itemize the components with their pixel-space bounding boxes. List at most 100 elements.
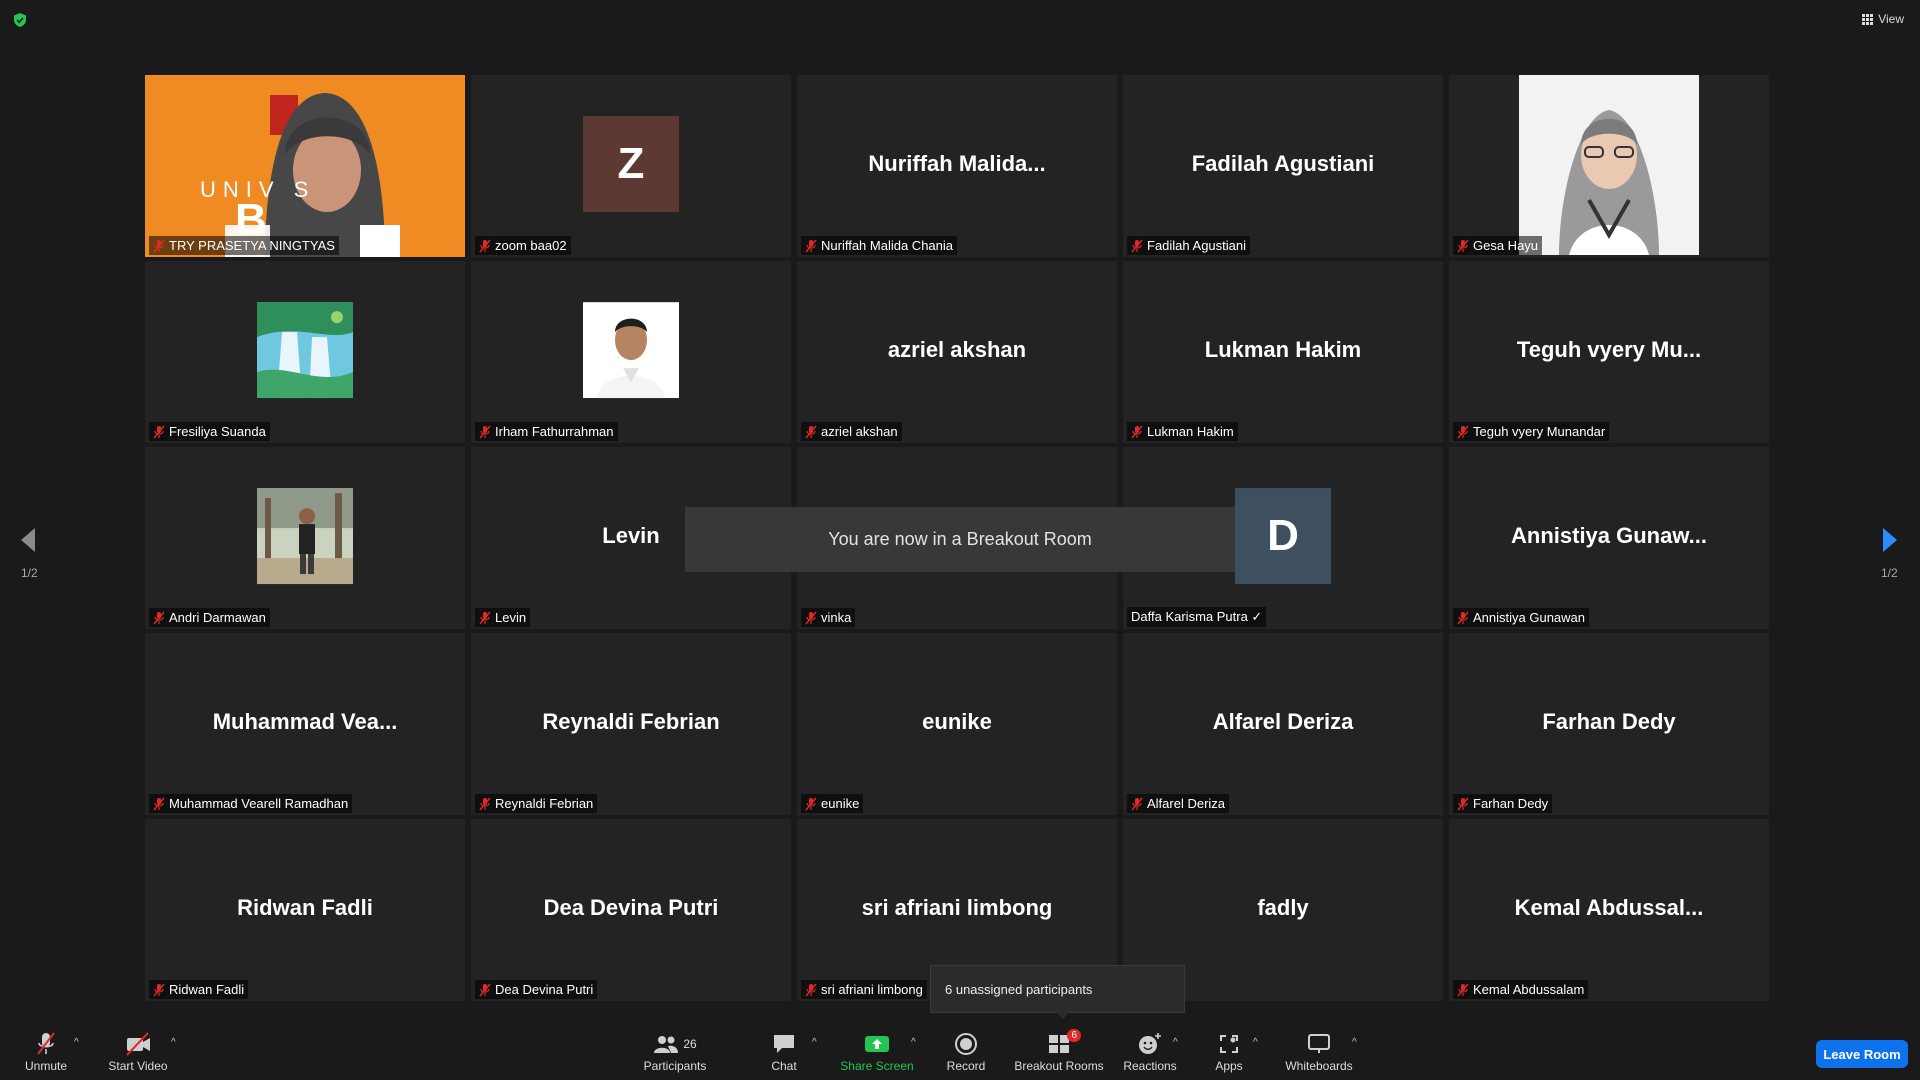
- breakout-rooms-button[interactable]: 6 Breakout Rooms: [1013, 1029, 1105, 1073]
- chat-button[interactable]: Chat: [766, 1031, 802, 1073]
- start-video-button[interactable]: Start Video: [106, 1031, 170, 1073]
- participant-display-name: Annistiya Gunaw...: [1511, 523, 1707, 548]
- muted-mic-icon: [479, 797, 491, 811]
- participant-name: azriel akshan: [821, 424, 898, 439]
- breakout-rooms-icon-wrap: 6: [1047, 1029, 1081, 1057]
- whiteboards-button[interactable]: Whiteboards: [1283, 1031, 1355, 1073]
- start-video-label: Start Video: [108, 1059, 168, 1073]
- participant-name-label: Andri Darmawan: [149, 608, 270, 627]
- muted-mic-icon: [1457, 425, 1469, 439]
- breakout-rooms-label: Breakout Rooms: [1014, 1059, 1104, 1073]
- chat-icon: [772, 1031, 796, 1057]
- participant-display-name: Kemal Abdussal...: [1514, 895, 1704, 920]
- participant-name: Nuriffah Malida Chania: [821, 238, 953, 253]
- participant-tile[interactable]: Andri Darmawan: [145, 447, 465, 629]
- participant-avatar-photo: [257, 302, 353, 399]
- video-off-icon: [124, 1031, 152, 1057]
- participant-name-label: Dea Devina Putri: [475, 980, 598, 999]
- share-options-caret[interactable]: ^: [911, 1037, 916, 1048]
- apps-button[interactable]: Apps: [1213, 1031, 1245, 1073]
- record-icon: [954, 1031, 978, 1057]
- participant-tile[interactable]: eunike eunike: [797, 633, 1117, 815]
- participant-avatar-photo: [1519, 75, 1699, 255]
- participant-tile[interactable]: Muhammad Vea... Muhammad Vearell Ramadhan: [145, 633, 465, 815]
- leave-room-button[interactable]: Leave Room: [1816, 1040, 1908, 1068]
- meeting-toolbar: Unmute ^ Start Video ^ 26 Participants C…: [0, 1025, 1920, 1080]
- participant-name-label: Teguh vyery Munandar: [1453, 422, 1610, 441]
- top-bar: View: [0, 0, 1920, 40]
- participant-tile[interactable]: Ridwan Fadli Ridwan Fadli: [145, 819, 465, 1001]
- participant-tile[interactable]: UNIV S B TRY PRASETYA NINGTYAS: [145, 75, 465, 257]
- whiteboards-options-caret[interactable]: ^: [1352, 1037, 1357, 1048]
- participant-tile[interactable]: Lukman Hakim Lukman Hakim: [1123, 261, 1443, 443]
- participant-name: Alfarel Deriza: [1147, 796, 1226, 811]
- participant-name-label: Farhan Dedy: [1453, 794, 1553, 813]
- muted-mic-icon: [479, 983, 491, 997]
- participant-name: Andri Darmawan: [169, 610, 266, 625]
- participant-tile[interactable]: Alfarel Deriza Alfarel Deriza: [1123, 633, 1443, 815]
- muted-mic-icon: [153, 797, 165, 811]
- participant-tile[interactable]: Farhan Dedy Farhan Dedy: [1449, 633, 1769, 815]
- participant-tile[interactable]: Kemal Abdussal... Kemal Abdussalam: [1449, 819, 1769, 1001]
- tooltip-text: 6 unassigned participants: [945, 981, 1093, 997]
- muted-mic-icon: [153, 425, 165, 439]
- participant-name: Reynaldi Febrian: [495, 796, 594, 811]
- participant-name-label: Gesa Hayu: [1453, 236, 1543, 255]
- participant-name: Fresiliya Suanda: [169, 424, 266, 439]
- participants-label: Participants: [643, 1059, 707, 1073]
- participant-display-name: eunike: [922, 709, 992, 734]
- participant-name: eunike: [821, 796, 860, 811]
- breakout-room-notice: You are now in a Breakout Room: [685, 507, 1235, 572]
- audio-options-caret[interactable]: ^: [74, 1037, 79, 1048]
- participant-tile[interactable]: Dea Devina Putri Dea Devina Putri: [471, 819, 791, 1001]
- apps-options-caret[interactable]: ^: [1253, 1037, 1258, 1048]
- participant-name: Dea Devina Putri: [495, 982, 594, 997]
- view-button[interactable]: View: [1862, 12, 1904, 26]
- participants-button[interactable]: 26 Participants: [640, 1031, 710, 1073]
- participant-tile[interactable]: Fresiliya Suanda: [145, 261, 465, 443]
- participant-name: Annistiya Gunawan: [1473, 610, 1586, 625]
- participant-name-label: TRY PRASETYA NINGTYAS: [149, 236, 339, 255]
- participant-tile[interactable]: azriel akshan azriel akshan: [797, 261, 1117, 443]
- participant-name: Lukman Hakim: [1147, 424, 1234, 439]
- participant-name-label: azriel akshan: [801, 422, 902, 441]
- participant-name: Farhan Dedy: [1473, 796, 1549, 811]
- record-button[interactable]: Record: [944, 1031, 988, 1073]
- participant-name: Teguh vyery Munandar: [1473, 424, 1606, 439]
- muted-mic-icon: [479, 239, 491, 253]
- participant-name: Gesa Hayu: [1473, 238, 1539, 253]
- reactions-options-caret[interactable]: ^: [1173, 1037, 1178, 1048]
- record-label: Record: [946, 1059, 986, 1073]
- participant-tile[interactable]: Nuriffah Malida... Nuriffah Malida Chania: [797, 75, 1117, 257]
- participant-tile[interactable]: Teguh vyery Mu... Teguh vyery Munandar: [1449, 261, 1769, 443]
- right-page-indicator: 1/2: [1881, 566, 1898, 580]
- reactions-label: Reactions: [1123, 1059, 1177, 1073]
- participant-name: Kemal Abdussalam: [1473, 982, 1585, 997]
- security-shield-icon[interactable]: [12, 12, 28, 28]
- participant-display-name: azriel akshan: [887, 337, 1027, 362]
- previous-page-arrow[interactable]: [18, 525, 38, 555]
- muted-mic-icon: [153, 239, 165, 253]
- muted-mic-icon: [153, 983, 165, 997]
- participants-count: 26: [683, 1037, 697, 1051]
- participant-tile[interactable]: Gesa Hayu: [1449, 75, 1769, 257]
- participant-tile[interactable]: Reynaldi Febrian Reynaldi Febrian: [471, 633, 791, 815]
- chat-options-caret[interactable]: ^: [812, 1037, 817, 1048]
- muted-mic-icon: [1457, 983, 1469, 997]
- unmute-button[interactable]: Unmute: [22, 1031, 70, 1073]
- share-screen-button[interactable]: Share Screen: [840, 1031, 914, 1073]
- participant-tile[interactable]: Irham Fathurrahman: [471, 261, 791, 443]
- participant-tile[interactable]: Annistiya Gunaw... Annistiya Gunawan: [1449, 447, 1769, 629]
- participant-tile[interactable]: Zzoom baa02: [471, 75, 791, 257]
- participant-tile[interactable]: Fadilah Agustiani Fadilah Agustiani: [1123, 75, 1443, 257]
- next-page-arrow[interactable]: [1880, 525, 1900, 555]
- grid-view-icon: [1862, 13, 1874, 25]
- chat-label: Chat: [771, 1059, 797, 1073]
- participant-name-label: Lukman Hakim: [1127, 422, 1238, 441]
- video-options-caret[interactable]: ^: [171, 1037, 176, 1048]
- avatar-initial: Z: [617, 139, 645, 189]
- reactions-button[interactable]: Reactions: [1123, 1031, 1177, 1073]
- muted-mic-icon: [805, 425, 817, 439]
- participant-name-label: zoom baa02: [475, 236, 571, 255]
- avatar-initial: D: [1267, 511, 1299, 561]
